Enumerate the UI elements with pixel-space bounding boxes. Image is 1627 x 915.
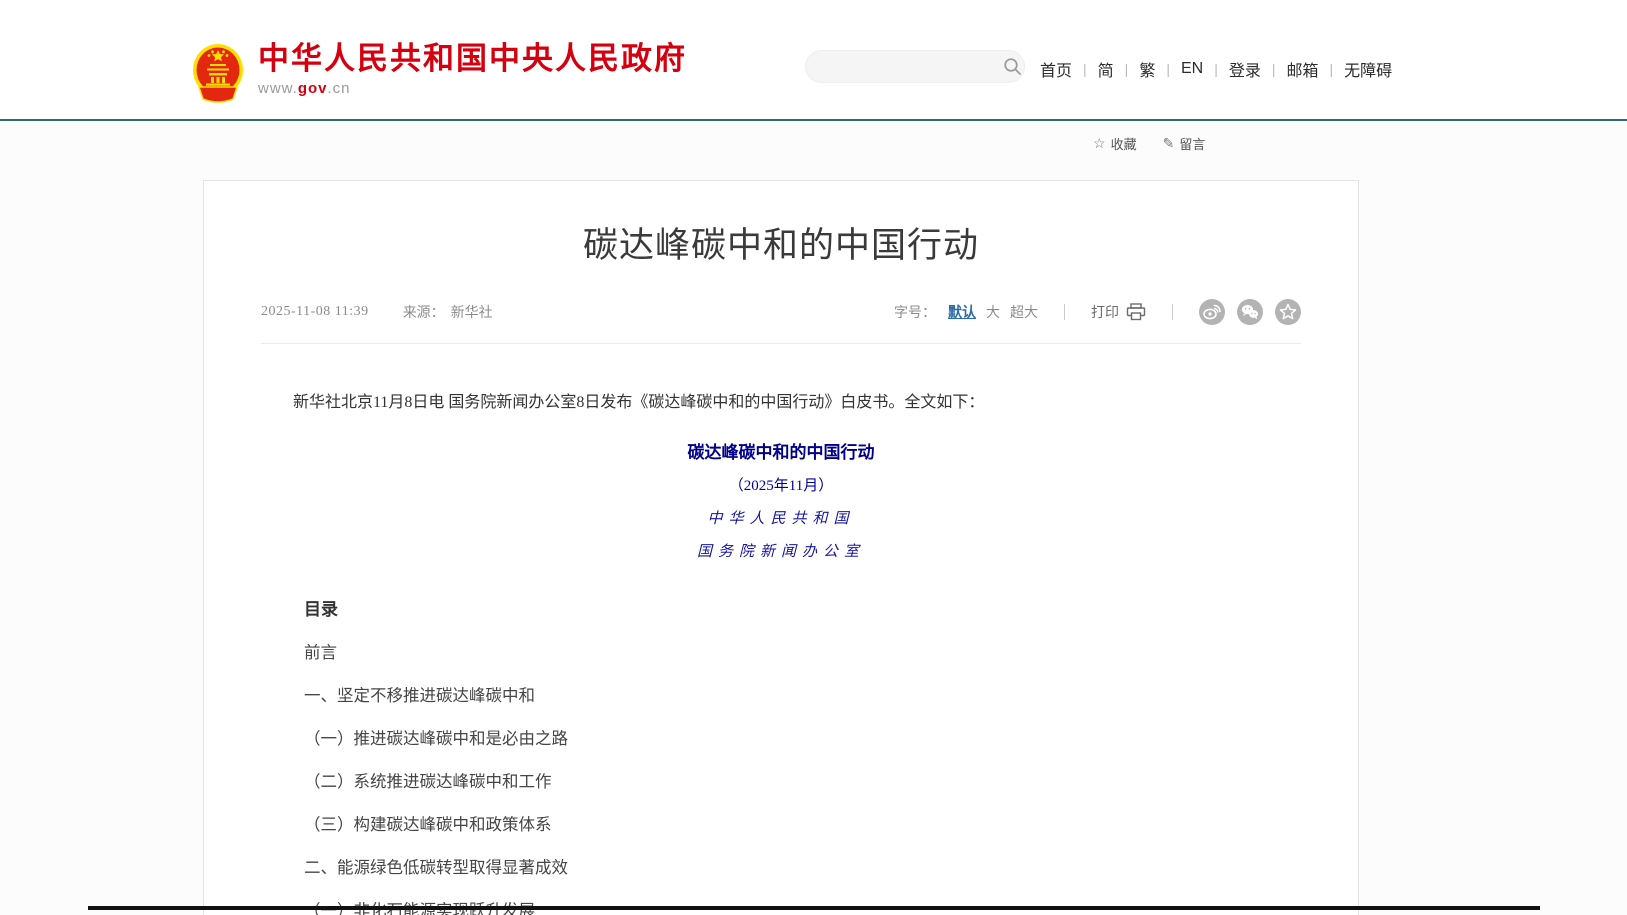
- meta-divider: [1064, 304, 1065, 320]
- nav-separator: |: [1083, 61, 1087, 77]
- nav-traditional[interactable]: 繁: [1137, 57, 1157, 81]
- toc-item-preface: 前言: [304, 643, 1301, 663]
- nav-separator: |: [1166, 61, 1170, 77]
- table-of-contents: 目录 前言 一、坚定不移推进碳达峰碳中和 （一）推进碳达峰碳中和是必由之路 （二…: [304, 595, 1301, 915]
- toc-heading: 目录: [304, 595, 1301, 620]
- nav-separator: |: [1330, 61, 1334, 77]
- top-nav: 首页 | 简 | 繁 | EN | 登录 | 邮箱 | 无障碍: [1038, 57, 1394, 81]
- search-input[interactable]: [822, 51, 1003, 82]
- toc-item-section1-3: （三）构建碳达峰碳中和政策体系: [304, 815, 1301, 835]
- article-meta-left: 2025-11-08 11:39 来源： 新华社: [261, 302, 493, 322]
- source-value[interactable]: 新华社: [451, 302, 493, 322]
- pencil-icon: ✎: [1163, 135, 1175, 152]
- nav-separator: |: [1272, 61, 1276, 77]
- nav-separator: |: [1214, 61, 1218, 77]
- site-header: 中华人民共和国中央人民政府 www.gov.cn 首页 | 简 | 繁 | EN…: [0, 0, 1627, 121]
- fontsize-xlarge-button[interactable]: 超大: [1010, 302, 1038, 322]
- star-icon: ☆: [1093, 135, 1106, 152]
- nav-separator: |: [1125, 61, 1129, 77]
- toc-item-section1-2: （二）系统推进碳达峰碳中和工作: [304, 772, 1301, 792]
- article-actions: ☆ 收藏 ✎ 留言: [1093, 134, 1205, 153]
- source-label: 来源：: [403, 302, 445, 322]
- comment-button[interactable]: ✎ 留言: [1163, 134, 1206, 153]
- toc-item-section1-1: （一）推进碳达峰碳中和是必由之路: [304, 729, 1301, 749]
- nav-simplified[interactable]: 简: [1096, 57, 1116, 81]
- fontsize-label: 字号：: [894, 302, 936, 322]
- qzone-star-icon: [1275, 299, 1301, 325]
- site-title: 中华人民共和国中央人民政府: [258, 42, 687, 76]
- meta-divider-line: [261, 343, 1301, 344]
- article-meta: 2025-11-08 11:39 来源： 新华社 字号： 默认 大 超大 打印: [261, 299, 1301, 325]
- meta-divider: [1172, 304, 1173, 320]
- site-url-prefix: www.: [258, 80, 298, 97]
- search-icon: [1003, 57, 1022, 76]
- article-meta-right: 字号： 默认 大 超大 打印: [894, 299, 1301, 325]
- print-button[interactable]: 打印: [1091, 302, 1146, 322]
- lead-paragraph: 新华社北京11月8日电 国务院新闻办公室8日发布《碳达峰碳中和的中国行动》白皮书…: [261, 390, 1301, 416]
- nav-home[interactable]: 首页: [1038, 57, 1074, 81]
- search-button[interactable]: [1003, 57, 1022, 76]
- share-wechat-button[interactable]: [1237, 299, 1263, 325]
- search-box: [805, 50, 1025, 83]
- bottom-border-line: [88, 906, 1540, 910]
- nav-login[interactable]: 登录: [1227, 57, 1263, 81]
- nav-accessibility[interactable]: 无障碍: [1342, 57, 1394, 81]
- article-title: 碳达峰碳中和的中国行动: [261, 223, 1301, 269]
- weibo-icon: [1199, 299, 1225, 325]
- fontsize-default-button[interactable]: 默认: [948, 302, 976, 322]
- site-url[interactable]: www.gov.cn: [258, 80, 687, 97]
- document-org-office: 国务院新闻办公室: [261, 540, 1301, 561]
- site-logo[interactable]: 中华人民共和国中央人民政府 www.gov.cn: [192, 42, 687, 104]
- document-org-country: 中华人民共和国: [261, 507, 1301, 528]
- fontsize-large-button[interactable]: 大: [986, 302, 1000, 322]
- toc-item-section1: 一、坚定不移推进碳达峰碳中和: [304, 686, 1301, 706]
- article-card: 碳达峰碳中和的中国行动 2025-11-08 11:39 来源： 新华社 字号：…: [203, 180, 1359, 915]
- publish-date: 2025-11-08 11:39: [261, 304, 369, 320]
- site-url-suffix: .cn: [328, 80, 351, 97]
- national-emblem-icon: [192, 42, 244, 104]
- nav-english[interactable]: EN: [1179, 60, 1205, 78]
- share-qzone-button[interactable]: [1275, 299, 1301, 325]
- favorite-label: 收藏: [1111, 134, 1137, 153]
- printer-icon: [1126, 303, 1146, 321]
- page: 中华人民共和国中央人民政府 www.gov.cn 首页 | 简 | 繁 | EN…: [0, 0, 1627, 915]
- toc-item-section2: 二、能源绿色低碳转型取得显著成效: [304, 858, 1301, 878]
- document-title: 碳达峰碳中和的中国行动: [261, 438, 1301, 463]
- site-url-gov: gov: [298, 80, 328, 97]
- site-logo-text: 中华人民共和国中央人民政府 www.gov.cn: [258, 42, 687, 97]
- share-weibo-button[interactable]: [1199, 299, 1225, 325]
- wechat-icon: [1237, 299, 1263, 325]
- share-group: [1199, 299, 1301, 325]
- comment-label: 留言: [1179, 134, 1205, 153]
- document-date: （2025年11月）: [261, 474, 1301, 495]
- print-label: 打印: [1091, 302, 1119, 322]
- nav-mail[interactable]: 邮箱: [1285, 57, 1321, 81]
- favorite-button[interactable]: ☆ 收藏: [1093, 134, 1137, 153]
